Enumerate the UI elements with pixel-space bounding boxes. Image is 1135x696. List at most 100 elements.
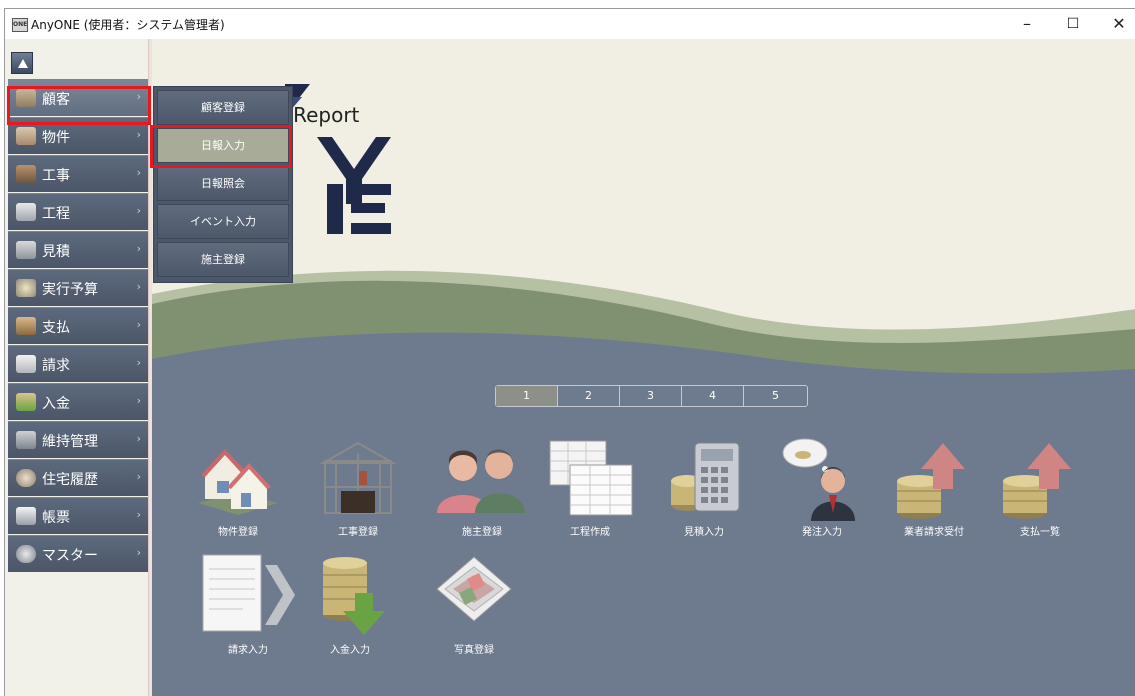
invoice-icon xyxy=(16,355,36,373)
menu-item-report[interactable]: 帳票 › xyxy=(8,497,148,534)
minimize-button[interactable]: – xyxy=(1009,12,1045,36)
tile-estimate-entry[interactable]: 見積入力 xyxy=(649,433,759,541)
menu-item-estimate[interactable]: 見積 › xyxy=(8,231,148,268)
menu-item-label: 工事 xyxy=(42,168,70,184)
menu-item-label: 入金 xyxy=(42,396,70,412)
menu-item-label: 物件 xyxy=(42,130,70,146)
tile-deposit-entry[interactable]: 入金入力 xyxy=(295,549,405,657)
tile-label: 工事登録 xyxy=(338,527,378,538)
chevron-right-icon: › xyxy=(136,394,141,407)
menu-item-process[interactable]: 工程 › xyxy=(8,193,148,230)
menu-item-label: マスター xyxy=(42,548,98,564)
tile-payment-list[interactable]: 支払一覧 xyxy=(985,433,1095,541)
submenu-item-owner-registration[interactable]: 施主登録 xyxy=(157,242,289,277)
submenu-item-customer-registration[interactable]: 顧客登録 xyxy=(157,90,289,125)
menu-item-invoice[interactable]: 請求 › xyxy=(8,345,148,382)
chevron-right-icon: › xyxy=(136,318,141,331)
businessman-coins-icon xyxy=(782,438,855,521)
tile-label: 入金入力 xyxy=(330,645,370,656)
budget-icon xyxy=(16,279,36,297)
page-button-5[interactable]: 5 xyxy=(744,386,807,406)
chevron-right-icon: › xyxy=(136,166,141,179)
tile-label: 発注入力 xyxy=(802,527,842,538)
maximize-button[interactable]: ☐ xyxy=(1055,12,1091,36)
coins-up-arrow-icon xyxy=(1003,443,1071,519)
highlight-frame-daily-report xyxy=(150,125,292,168)
page-button-1[interactable]: 1 xyxy=(496,386,558,406)
photo-stack-icon xyxy=(436,556,512,622)
tile-label: 支払一覧 xyxy=(1020,527,1060,538)
houses-icon xyxy=(198,449,278,515)
close-button[interactable]: ✕ xyxy=(1101,12,1135,36)
menu-item-payment[interactable]: 支払 › xyxy=(8,307,148,344)
people-icon xyxy=(437,449,525,513)
housing-history-icon xyxy=(16,469,36,487)
chevron-right-icon: › xyxy=(136,356,141,369)
spreadsheet-icon xyxy=(549,440,633,516)
home-icon[interactable] xyxy=(11,52,33,74)
menu-item-housing-history[interactable]: 住宅履歴 › xyxy=(8,459,148,496)
calculator-coins-icon xyxy=(671,442,740,512)
chevron-right-icon: › xyxy=(136,432,141,445)
estimate-icon xyxy=(16,241,36,259)
tile-label: 工程作成 xyxy=(570,527,610,538)
menu-item-label: 見積 xyxy=(42,244,70,260)
chevron-right-icon: › xyxy=(136,280,141,293)
app-logo-icon: ONE xyxy=(12,18,28,32)
menu-item-budget[interactable]: 実行予算 › xyxy=(8,269,148,306)
tile-label: 請求入力 xyxy=(228,645,268,656)
tile-schedule-creation[interactable]: 工程作成 xyxy=(535,433,645,541)
submenu-item-event-entry[interactable]: イベント入力 xyxy=(157,204,289,239)
app-window: ONE AnyONE (使用者：システム管理者) – ☐ ✕ se Report… xyxy=(4,8,1135,696)
building-frame-icon xyxy=(319,441,397,514)
submenu-item-daily-report-inquiry[interactable]: 日報照会 xyxy=(157,166,289,201)
chevron-right-icon: › xyxy=(136,546,141,559)
tile-photo-registration[interactable]: 写真登録 xyxy=(419,549,529,657)
process-icon xyxy=(16,203,36,221)
payment-icon xyxy=(16,317,36,335)
chevron-right-icon: › xyxy=(136,128,141,141)
menu-item-label: 実行予算 xyxy=(42,282,98,298)
construction-icon xyxy=(16,165,36,183)
chevron-right-icon: › xyxy=(136,508,141,521)
menu-item-label: 帳票 xyxy=(42,510,70,526)
coins-up-arrow-icon xyxy=(897,443,965,519)
tile-label: 施主登録 xyxy=(462,527,502,538)
tile-invoice-entry[interactable]: 請求入力 xyxy=(193,549,303,657)
master-icon xyxy=(16,545,36,563)
tile-vendor-invoice-receipt[interactable]: 業者請求受付 xyxy=(879,433,989,541)
menu-item-label: 支払 xyxy=(42,320,70,336)
property-icon xyxy=(16,127,36,145)
tile-label: 見積入力 xyxy=(684,527,724,538)
page-button-2[interactable]: 2 xyxy=(558,386,620,406)
menu-item-construction[interactable]: 工事 › xyxy=(8,155,148,192)
document-arrow-icon xyxy=(202,554,295,632)
menu-item-maintenance[interactable]: 維持管理 › xyxy=(8,421,148,458)
chevron-right-icon: › xyxy=(136,470,141,483)
chevron-right-icon: › xyxy=(136,242,141,255)
main-menu: 顧客 › 物件 › 工事 › 工程 › 見積 › 実行予算 › 支払 › 請求 … xyxy=(8,79,148,573)
tile-label: 物件登録 xyxy=(218,527,258,538)
menu-item-label: 住宅履歴 xyxy=(42,472,98,488)
coins-down-arrow-icon xyxy=(323,557,385,635)
tile-order-entry[interactable]: 発注入力 xyxy=(767,433,877,541)
title-bar: ONE AnyONE (使用者：システム管理者) – ☐ ✕ xyxy=(5,9,1135,39)
menu-item-deposit[interactable]: 入金 › xyxy=(8,383,148,420)
tile-owner-registration[interactable]: 施主登録 xyxy=(427,433,537,541)
deposit-icon xyxy=(16,393,36,411)
page-button-4[interactable]: 4 xyxy=(682,386,744,406)
tile-construction-registration[interactable]: 工事登録 xyxy=(303,433,413,541)
tile-label: 写真登録 xyxy=(454,645,494,656)
chevron-right-icon: › xyxy=(136,204,141,217)
highlight-frame-customer xyxy=(7,86,151,125)
menu-item-master[interactable]: マスター › xyxy=(8,535,148,572)
tile-property-registration[interactable]: 物件登録 xyxy=(183,433,293,541)
report-icon xyxy=(16,507,36,525)
maintenance-icon xyxy=(16,431,36,449)
page-button-3[interactable]: 3 xyxy=(620,386,682,406)
page-selector: 1 2 3 4 5 xyxy=(495,385,808,407)
menu-item-label: 工程 xyxy=(42,206,70,222)
window-title: AnyONE (使用者：システム管理者) xyxy=(31,18,225,32)
tile-label: 業者請求受付 xyxy=(904,527,964,538)
menu-item-label: 維持管理 xyxy=(42,434,98,450)
